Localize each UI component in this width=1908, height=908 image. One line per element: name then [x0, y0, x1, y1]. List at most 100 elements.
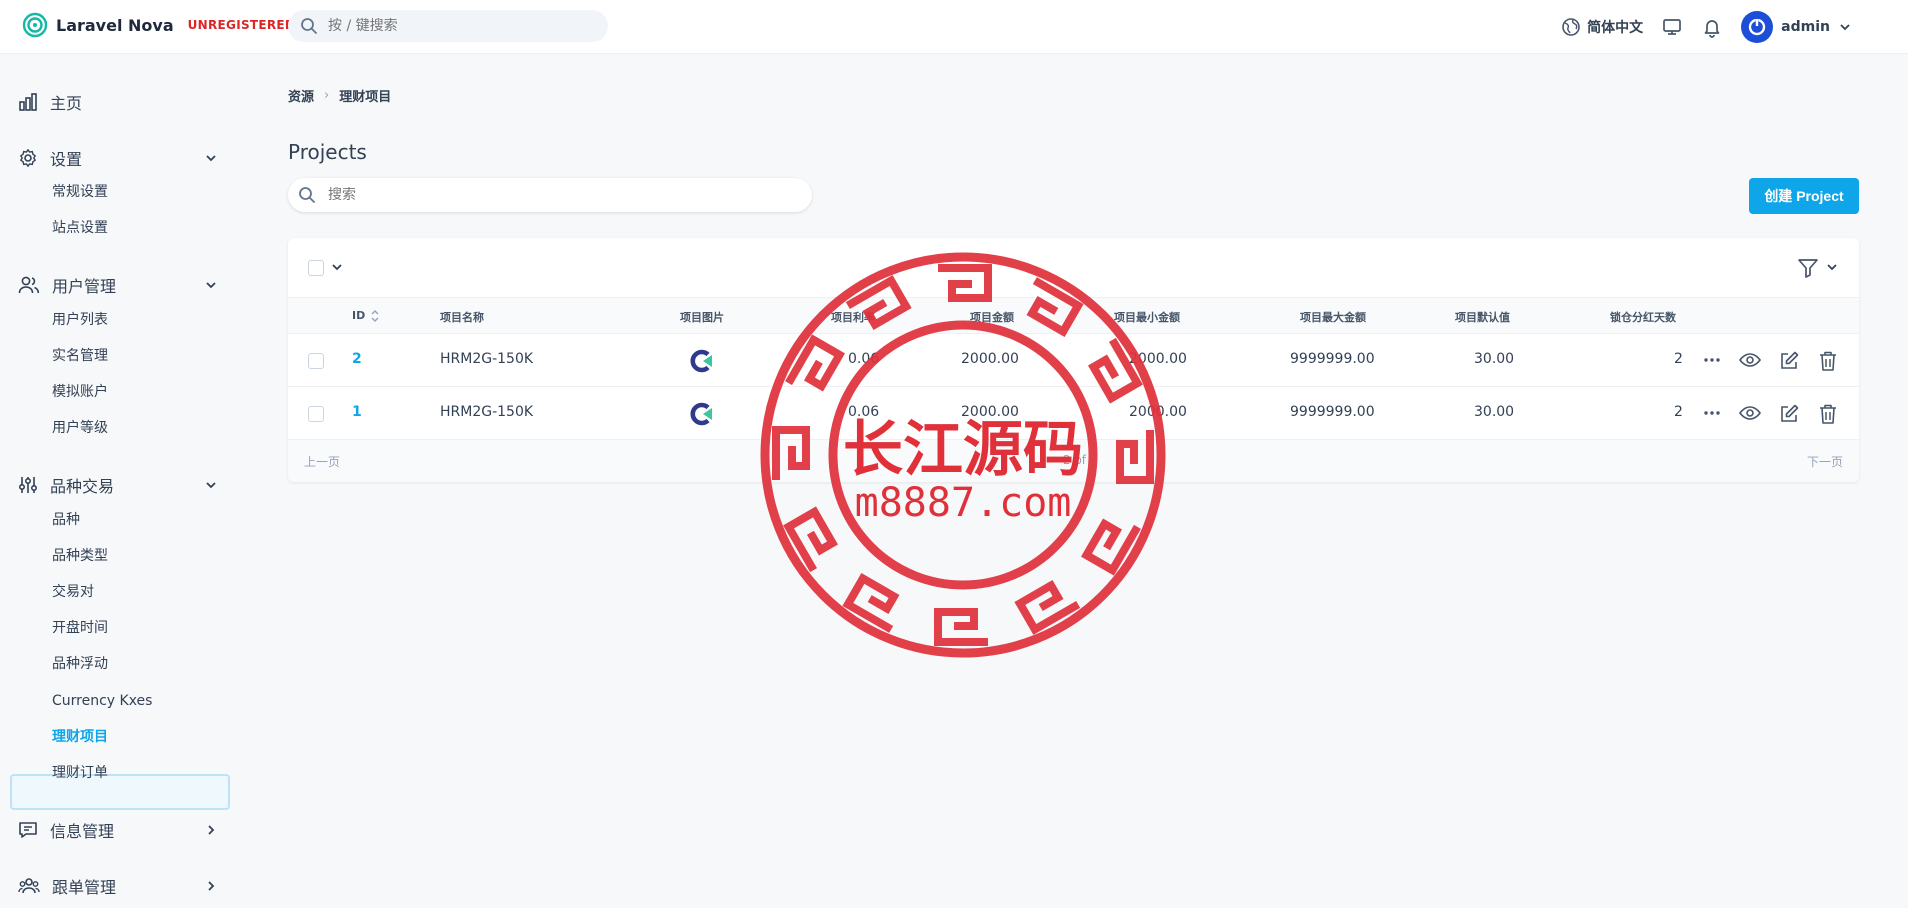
resource-table-card: ID 项目名称 项目图片 项目利率 项目金额 项目最小金额 项目最大金额 项目默… [288, 238, 1859, 482]
bar-chart-icon [18, 92, 38, 112]
column-rate: 项目利率 [831, 311, 875, 324]
more-icon[interactable] [1702, 403, 1722, 427]
resource-search[interactable] [288, 178, 812, 212]
eye-icon[interactable] [1738, 403, 1762, 427]
sidebar-item-projects[interactable]: 理财项目 [52, 726, 108, 748]
more-icon[interactable] [1702, 350, 1722, 374]
breadcrumb: 资源 › 理财项目 [288, 86, 391, 105]
sidebar-group-trading[interactable]: 品种交易 [0, 470, 240, 500]
sidebar-group-settings[interactable]: 设置 [0, 143, 240, 173]
project-logo-icon [688, 400, 716, 428]
row-min-amount: 2000.00 [1129, 351, 1187, 367]
row-name: HRM2G-150K [440, 351, 534, 367]
column-default: 项目默认值 [1455, 311, 1510, 324]
row-id[interactable]: 1 [352, 404, 362, 420]
table-row[interactable]: 2 HRM2G-150K 0.06 2000.00 2000.00 999999… [288, 334, 1859, 387]
active-nav-highlight [10, 774, 230, 810]
sidebar-item-label: 品种交易 [50, 477, 115, 496]
top-bar: Laravel Nova UNREGISTERED 简体中文 admin [0, 0, 1908, 54]
global-search[interactable] [288, 10, 608, 42]
sidebar-item-site-settings[interactable]: 站点设置 [52, 217, 108, 239]
column-lock-days: 锁仓分红天数 [1610, 311, 1676, 324]
resource-search-input[interactable] [328, 187, 788, 203]
sidebar-item-currency-kxes[interactable]: Currency Kxes [52, 690, 152, 712]
chevron-down-icon [204, 278, 218, 292]
chevron-down-icon [1838, 20, 1852, 34]
sidebar-item-general-settings[interactable]: 常规设置 [52, 181, 108, 203]
sliders-icon [18, 475, 38, 495]
sidebar-item-symbol-types[interactable]: 品种类型 [52, 545, 108, 567]
sidebar-group-copy-trading[interactable]: 跟单管理 [0, 871, 240, 901]
sidebar-item-user-list[interactable]: 用户列表 [52, 309, 108, 331]
breadcrumb-resources[interactable]: 资源 [288, 86, 314, 105]
monitor-icon[interactable] [1661, 16, 1683, 38]
sort-icon[interactable] [370, 308, 380, 324]
row-amount: 2000.00 [961, 404, 1019, 420]
project-logo-icon [688, 347, 716, 375]
row-name: HRM2G-150K [440, 404, 534, 420]
globe-icon [1561, 17, 1581, 37]
sidebar-group-messages[interactable]: 信息管理 [0, 815, 240, 845]
row-id[interactable]: 2 [352, 351, 362, 367]
sidebar-item-kyc[interactable]: 实名管理 [52, 345, 108, 367]
user-icon [18, 275, 40, 295]
users-icon [18, 876, 40, 896]
table-row[interactable]: 1 HRM2G-150K 0.06 2000.00 2000.00 999999… [288, 387, 1859, 440]
eye-icon[interactable] [1738, 350, 1762, 374]
table-toolbar [288, 238, 1859, 298]
sidebar-item-opening-hours[interactable]: 开盘时间 [52, 617, 108, 639]
user-name: admin [1781, 19, 1830, 35]
page-title: Projects [288, 140, 367, 164]
breadcrumb-current: 理财项目 [339, 90, 392, 105]
row-checkbox[interactable] [308, 353, 324, 369]
select-all-checkbox[interactable] [308, 260, 324, 276]
edit-icon[interactable] [1778, 350, 1800, 376]
unregistered-badge: UNREGISTERED [187, 18, 296, 32]
row-lock-days: 2 [1674, 351, 1683, 367]
sidebar-item-label: 信息管理 [50, 822, 115, 841]
trash-icon[interactable] [1818, 350, 1838, 376]
column-amount: 项目金额 [970, 311, 1014, 324]
app-logo[interactable]: Laravel Nova UNREGISTERED [22, 12, 295, 38]
chevron-down-icon [204, 151, 218, 165]
column-id[interactable]: ID [352, 309, 365, 322]
prev-page-button[interactable]: 上一页 [304, 453, 340, 470]
sidebar-item-symbols[interactable]: 品种 [52, 509, 80, 531]
create-project-button[interactable]: 创建 Project [1749, 178, 1859, 214]
row-rate: 0.06 [848, 351, 880, 367]
sidebar-item-user-levels[interactable]: 用户等级 [52, 417, 108, 439]
column-max-amount: 项目最大金额 [1300, 311, 1366, 324]
chevron-right-icon [204, 823, 218, 837]
nova-logo-icon [22, 12, 48, 38]
sidebar-item-trading-pairs[interactable]: 交易对 [52, 581, 94, 603]
row-min-amount: 2000.00 [1129, 404, 1187, 420]
avatar [1741, 11, 1774, 43]
column-image: 项目图片 [680, 311, 724, 324]
row-max-amount: 9999999.00 [1290, 351, 1375, 367]
global-search-input[interactable] [328, 18, 588, 34]
row-checkbox[interactable] [308, 406, 324, 422]
sidebar-item-home[interactable]: 主页 [0, 87, 240, 117]
next-page-button[interactable]: 下一页 [1807, 453, 1843, 470]
sidebar-item-symbol-float[interactable]: 品种浮动 [52, 653, 108, 675]
gear-icon [18, 148, 38, 168]
chevron-down-icon[interactable] [1825, 260, 1839, 274]
sidebar-item-project-orders[interactable]: 理财订单 [52, 762, 108, 784]
search-icon [300, 17, 318, 35]
user-menu[interactable]: admin [1741, 11, 1852, 43]
row-max-amount: 9999999.00 [1290, 404, 1375, 420]
search-icon [298, 186, 316, 204]
page-info: 2 of [1063, 453, 1087, 467]
chevron-right-icon: › [324, 88, 330, 103]
edit-icon[interactable] [1778, 403, 1800, 429]
language-label: 简体中文 [1587, 20, 1644, 36]
bell-icon[interactable] [1701, 16, 1723, 38]
trash-icon[interactable] [1818, 403, 1838, 429]
sidebar-item-demo-accounts[interactable]: 模拟账户 [52, 381, 108, 403]
sidebar-item-label: 主页 [50, 94, 83, 113]
chevron-down-icon[interactable] [330, 260, 344, 274]
sidebar-group-users[interactable]: 用户管理 [0, 270, 240, 300]
filter-icon[interactable] [1796, 256, 1820, 280]
language-switcher[interactable]: 简体中文 [1561, 17, 1643, 37]
brand-name: Laravel Nova [56, 15, 174, 35]
